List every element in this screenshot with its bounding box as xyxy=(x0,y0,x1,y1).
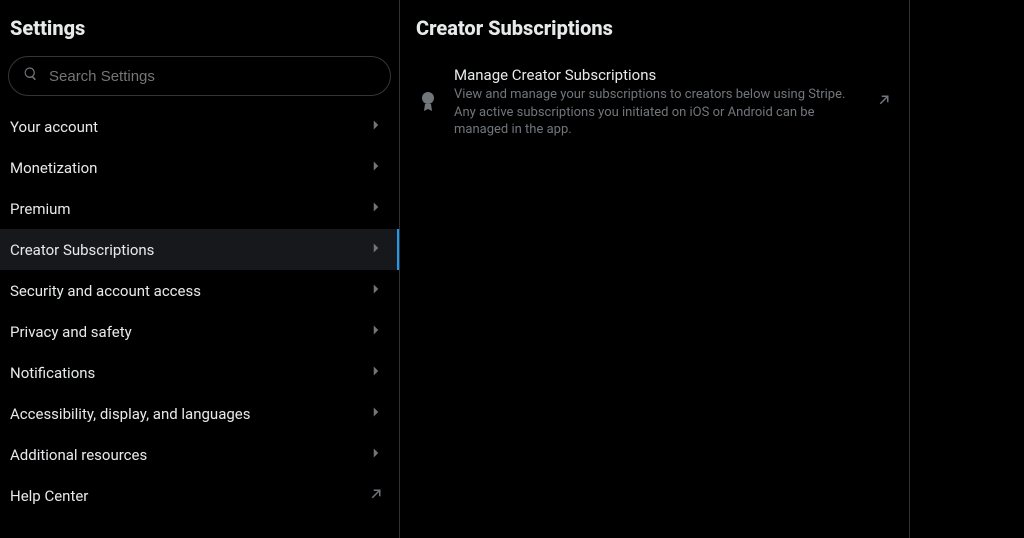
external-link-icon xyxy=(875,91,893,113)
sidebar-item-label: Monetization xyxy=(10,159,97,177)
sidebar-title: Settings xyxy=(0,10,399,50)
chevron-right-icon xyxy=(367,116,385,138)
search-icon xyxy=(23,66,39,86)
sidebar-item-creator-subscriptions[interactable]: Creator Subscriptions xyxy=(0,229,399,270)
sidebar-item-accessibility[interactable]: Accessibility, display, and languages xyxy=(0,393,399,434)
sidebar-item-label: Notifications xyxy=(10,364,95,382)
sidebar-item-label: Your account xyxy=(10,118,98,136)
chevron-right-icon xyxy=(367,280,385,302)
sidebar-item-help-center[interactable]: Help Center xyxy=(0,475,399,516)
badge-icon xyxy=(416,91,440,113)
chevron-right-icon xyxy=(367,198,385,220)
settings-sidebar: Settings Your account Monetization Premi… xyxy=(0,0,400,538)
chevron-right-icon xyxy=(367,362,385,384)
right-gutter xyxy=(910,0,1024,538)
search-container xyxy=(0,50,399,106)
card-heading: Manage Creator Subscriptions xyxy=(454,66,859,84)
search-input[interactable] xyxy=(49,68,376,85)
main-panel: Creator Subscriptions Manage Creator Sub… xyxy=(400,0,910,538)
chevron-right-icon xyxy=(367,403,385,425)
sidebar-item-your-account[interactable]: Your account xyxy=(0,106,399,147)
app-root: Settings Your account Monetization Premi… xyxy=(0,0,1024,538)
sidebar-item-privacy[interactable]: Privacy and safety xyxy=(0,311,399,352)
sidebar-item-security[interactable]: Security and account access xyxy=(0,270,399,311)
sidebar-item-label: Help Center xyxy=(10,487,88,505)
sidebar-item-label: Privacy and safety xyxy=(10,323,132,341)
sidebar-item-label: Additional resources xyxy=(10,446,147,464)
sidebar-item-additional-resources[interactable]: Additional resources xyxy=(0,434,399,475)
chevron-right-icon xyxy=(367,239,385,261)
sidebar-item-premium[interactable]: Premium xyxy=(0,188,399,229)
card-description: View and manage your subscriptions to cr… xyxy=(454,86,859,139)
page-title: Creator Subscriptions xyxy=(400,10,909,56)
external-link-icon xyxy=(367,485,385,507)
chevron-right-icon xyxy=(367,157,385,179)
chevron-right-icon xyxy=(367,444,385,466)
settings-menu: Your account Monetization Premium Creato… xyxy=(0,106,399,516)
sidebar-item-label: Security and account access xyxy=(10,282,201,300)
sidebar-item-label: Accessibility, display, and languages xyxy=(10,405,250,423)
sidebar-item-label: Creator Subscriptions xyxy=(10,241,154,259)
sidebar-item-notifications[interactable]: Notifications xyxy=(0,352,399,393)
sidebar-item-label: Premium xyxy=(10,200,71,218)
search-field[interactable] xyxy=(8,56,391,96)
card-text: Manage Creator Subscriptions View and ma… xyxy=(440,66,875,139)
chevron-right-icon xyxy=(367,321,385,343)
manage-subscriptions-card[interactable]: Manage Creator Subscriptions View and ma… xyxy=(400,56,909,149)
sidebar-item-monetization[interactable]: Monetization xyxy=(0,147,399,188)
